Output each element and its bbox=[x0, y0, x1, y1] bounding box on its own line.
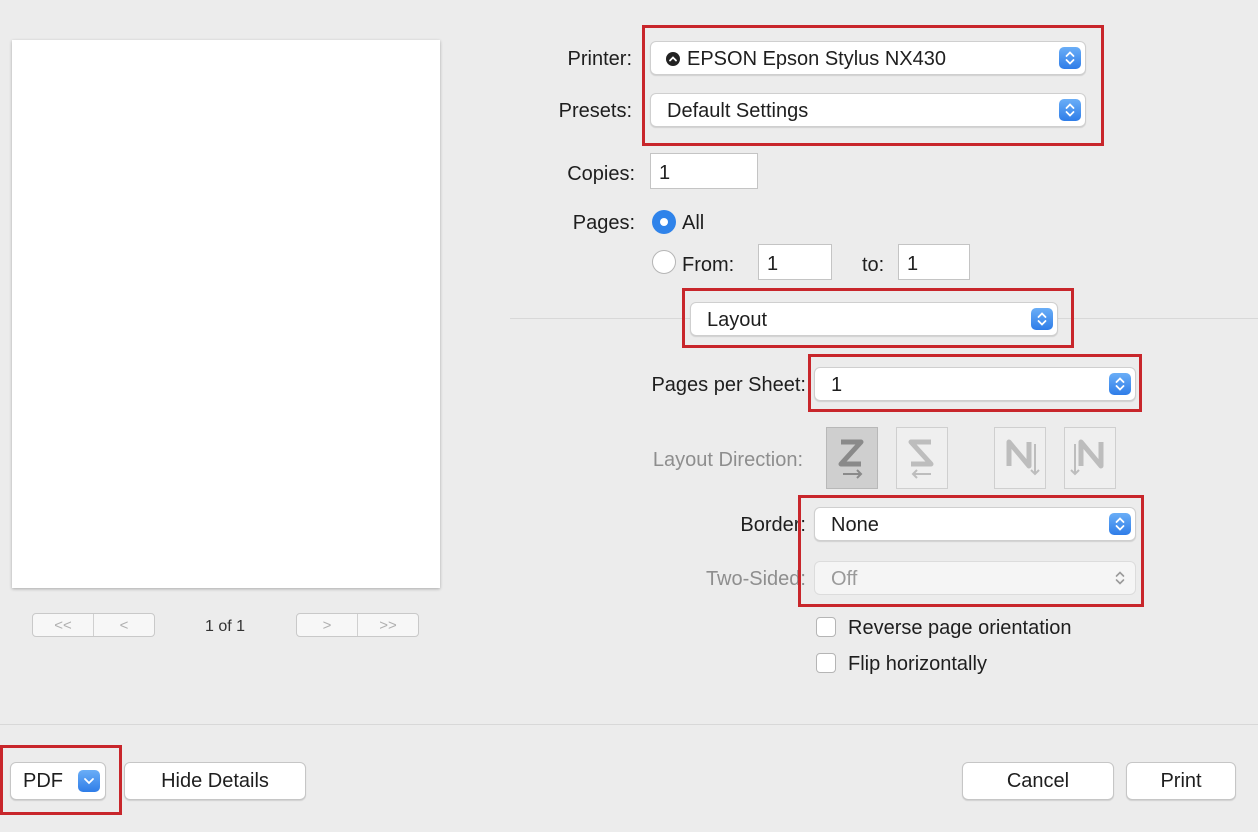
highlight-printer-presets bbox=[642, 25, 1104, 146]
pages-to-input[interactable]: 1 bbox=[898, 244, 970, 280]
two-sided-label: Two-Sided: bbox=[705, 568, 806, 590]
copies-value: 1 bbox=[659, 162, 671, 184]
preview-nav-forward-group: > >> bbox=[296, 613, 419, 637]
copies-label: Copies: bbox=[567, 163, 635, 185]
layout-direction-label: Layout Direction: bbox=[652, 449, 803, 471]
print-button[interactable]: Print bbox=[1126, 762, 1236, 800]
page-count: 1 of 1 bbox=[204, 618, 246, 635]
pages-from-value: 1 bbox=[767, 253, 779, 275]
pages-all-radio[interactable] bbox=[652, 210, 676, 234]
first-page-button[interactable]: << bbox=[33, 614, 93, 636]
flip-horizontally-label: Flip horizontally bbox=[848, 653, 987, 675]
last-page-button[interactable]: >> bbox=[357, 614, 418, 636]
pages-from-input[interactable]: 1 bbox=[758, 244, 832, 280]
preview-nav-back-group: << < bbox=[32, 613, 155, 637]
copies-input[interactable]: 1 bbox=[650, 153, 758, 189]
footer-divider bbox=[0, 724, 1258, 725]
highlight-pages-per-sheet bbox=[808, 354, 1142, 412]
layout-direction-n-button[interactable] bbox=[1064, 427, 1116, 489]
highlight-section bbox=[682, 288, 1074, 348]
pages-from-label: From: bbox=[682, 254, 735, 276]
layout-direction-n-reverse-button[interactable] bbox=[994, 427, 1046, 489]
direction-z-icon bbox=[838, 439, 864, 479]
highlight-border-two-sided bbox=[798, 495, 1144, 607]
direction-s-icon bbox=[908, 439, 934, 479]
pages-label: Pages: bbox=[572, 212, 635, 234]
pages-to-label: to: bbox=[862, 254, 885, 276]
next-page-button[interactable]: > bbox=[297, 614, 357, 636]
cancel-button[interactable]: Cancel bbox=[962, 762, 1114, 800]
layout-direction-z-button[interactable] bbox=[826, 427, 878, 489]
flip-horizontally-checkbox[interactable] bbox=[816, 653, 836, 673]
previous-page-button[interactable]: < bbox=[93, 614, 154, 636]
printer-label: Printer: bbox=[567, 48, 632, 70]
layout-direction-s-button[interactable] bbox=[896, 427, 948, 489]
pages-all-label: All bbox=[682, 212, 705, 234]
pages-per-sheet-label: Pages per Sheet: bbox=[651, 374, 806, 396]
page-preview bbox=[12, 40, 440, 588]
border-label: Border: bbox=[740, 514, 806, 536]
direction-n-reverse-icon bbox=[1006, 439, 1040, 476]
reverse-orientation-checkbox[interactable] bbox=[816, 617, 836, 637]
highlight-pdf bbox=[0, 745, 122, 815]
direction-n-icon bbox=[1070, 439, 1104, 476]
reverse-orientation-label: Reverse page orientation bbox=[848, 617, 1072, 639]
pages-to-value: 1 bbox=[907, 253, 919, 275]
hide-details-button[interactable]: Hide Details bbox=[124, 762, 306, 800]
presets-label: Presets: bbox=[558, 100, 632, 122]
pages-from-radio[interactable] bbox=[652, 250, 676, 274]
